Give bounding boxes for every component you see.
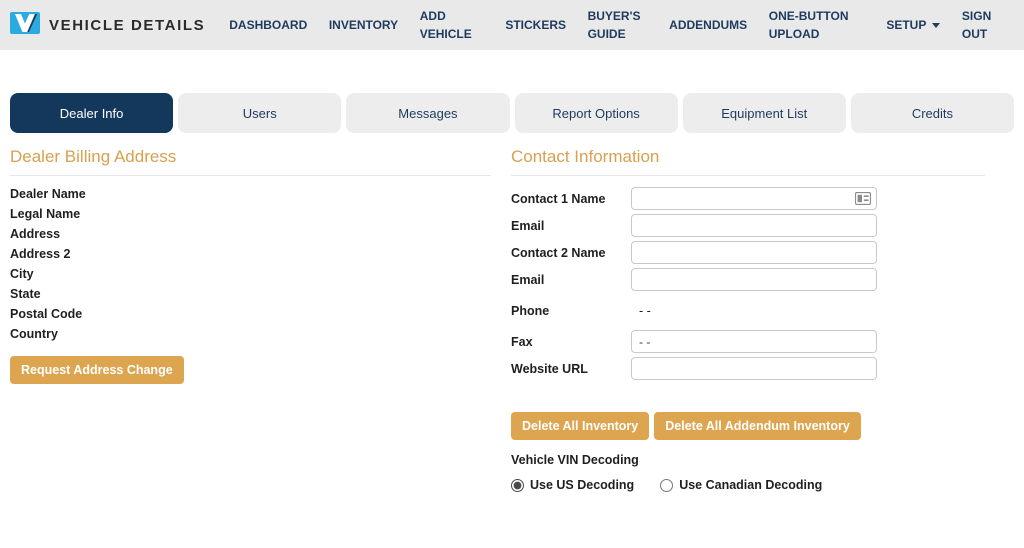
nav-item-inventory[interactable]: INVENTORY bbox=[329, 16, 398, 34]
use-canadian-decoding-option[interactable]: Use Canadian Decoding bbox=[660, 478, 822, 492]
use-us-decoding-option[interactable]: Use US Decoding bbox=[511, 478, 634, 492]
email-1-row: Email bbox=[511, 214, 985, 237]
dealer-billing-address-section: Dealer Billing Address Dealer Name Legal… bbox=[10, 147, 491, 492]
main-content: Dealer Billing Address Dealer Name Legal… bbox=[0, 147, 1024, 492]
chevron-down-icon bbox=[932, 22, 941, 28]
nav-item-sign-out[interactable]: SIGN OUT bbox=[962, 7, 1006, 43]
website-url-label: Website URL bbox=[511, 361, 588, 376]
nav-item-buyers-guide[interactable]: BUYER'S GUIDE bbox=[588, 7, 648, 43]
nav-item-stickers[interactable]: STICKERS bbox=[505, 16, 566, 34]
email-1-label: Email bbox=[511, 218, 545, 233]
email-2-row: Email bbox=[511, 268, 985, 291]
contact-heading: Contact Information bbox=[511, 147, 985, 176]
settings-tab-bar: Dealer Info Users Messages Report Option… bbox=[10, 93, 1015, 133]
use-us-decoding-label: Use US Decoding bbox=[530, 478, 635, 492]
brand-logo[interactable]: VEHICLE DETAILS bbox=[10, 11, 206, 39]
contact-1-name-row: Contact 1 Name bbox=[511, 187, 985, 210]
billing-label-postal-code: Postal Code bbox=[10, 307, 83, 321]
use-canadian-decoding-radio[interactable] bbox=[660, 478, 674, 492]
setup-label: SETUP bbox=[886, 18, 927, 32]
fax-input[interactable] bbox=[631, 330, 877, 353]
fax-label: Fax bbox=[511, 334, 533, 349]
contact-information-section: Contact Information Contact 1 Name Email bbox=[511, 147, 985, 492]
billing-label-address-2: Address 2 bbox=[10, 247, 71, 261]
nav-links: DASHBOARD INVENTORY ADD VEHICLE STICKERS… bbox=[229, 7, 1006, 43]
nav-item-one-button-upload[interactable]: ONE-BUTTON UPLOAD bbox=[769, 7, 865, 43]
vehicle-vin-decoding-label: Vehicle VIN Decoding bbox=[511, 453, 639, 467]
billing-label-city: City bbox=[10, 267, 34, 281]
nav-item-setup[interactable]: SETUP bbox=[886, 16, 941, 34]
tab-report-options[interactable]: Report Options bbox=[514, 93, 678, 133]
billing-label-state: State bbox=[10, 287, 41, 301]
delete-all-inventory-button[interactable]: Delete All Inventory bbox=[511, 412, 650, 440]
website-url-row: Website URL bbox=[511, 357, 985, 380]
tab-users[interactable]: Users bbox=[178, 93, 342, 133]
nav-item-dashboard[interactable]: DASHBOARD bbox=[229, 16, 307, 34]
email-2-input[interactable] bbox=[631, 268, 877, 291]
email-1-input[interactable] bbox=[631, 214, 877, 237]
brand-title: VEHICLE DETAILS bbox=[49, 16, 206, 34]
email-2-label: Email bbox=[511, 272, 545, 287]
contact-2-name-label: Contact 2 Name bbox=[511, 245, 606, 260]
contact-card-icon[interactable] bbox=[854, 191, 872, 210]
phone-row: Phone - - bbox=[511, 299, 985, 322]
top-navbar: VEHICLE DETAILS DASHBOARD INVENTORY ADD … bbox=[0, 0, 1024, 50]
request-address-change-button[interactable]: Request Address Change bbox=[10, 356, 184, 384]
use-us-decoding-radio[interactable] bbox=[511, 478, 524, 492]
billing-label-address: Address bbox=[10, 227, 61, 241]
tab-equipment-list[interactable]: Equipment List bbox=[682, 93, 846, 133]
nav-item-add-vehicle[interactable]: ADD VEHICLE bbox=[420, 7, 484, 43]
tab-credits[interactable]: Credits bbox=[850, 93, 1015, 133]
contact-2-name-row: Contact 2 Name bbox=[511, 241, 985, 264]
billing-label-dealer-name: Dealer Name bbox=[10, 187, 86, 201]
contact-1-name-label: Contact 1 Name bbox=[511, 191, 606, 206]
tab-messages[interactable]: Messages bbox=[346, 93, 510, 133]
fax-row: Fax bbox=[511, 330, 985, 353]
billing-label-country: Country bbox=[10, 327, 58, 341]
vehicle-details-logo-icon bbox=[10, 11, 40, 39]
vin-decoding-options: Use US Decoding Use Canadian Decoding bbox=[511, 478, 985, 492]
billing-label-legal-name: Legal Name bbox=[10, 207, 81, 221]
billing-heading: Dealer Billing Address bbox=[10, 147, 491, 176]
delete-all-addendum-inventory-button[interactable]: Delete All Addendum Inventory bbox=[654, 412, 861, 440]
nav-item-addendums[interactable]: ADDENDUMS bbox=[669, 16, 747, 34]
website-url-input[interactable] bbox=[631, 357, 877, 380]
delete-buttons-row: Delete All Inventory Delete All Addendum… bbox=[511, 412, 985, 440]
use-canadian-decoding-label: Use Canadian Decoding bbox=[679, 478, 823, 492]
contact-1-name-input-wrap bbox=[631, 187, 877, 210]
tab-dealer-info[interactable]: Dealer Info bbox=[10, 93, 174, 133]
phone-value: - - bbox=[639, 303, 651, 318]
contact-2-name-input[interactable] bbox=[631, 241, 877, 264]
contact-1-name-input[interactable] bbox=[631, 187, 877, 210]
phone-label: Phone bbox=[511, 303, 550, 318]
